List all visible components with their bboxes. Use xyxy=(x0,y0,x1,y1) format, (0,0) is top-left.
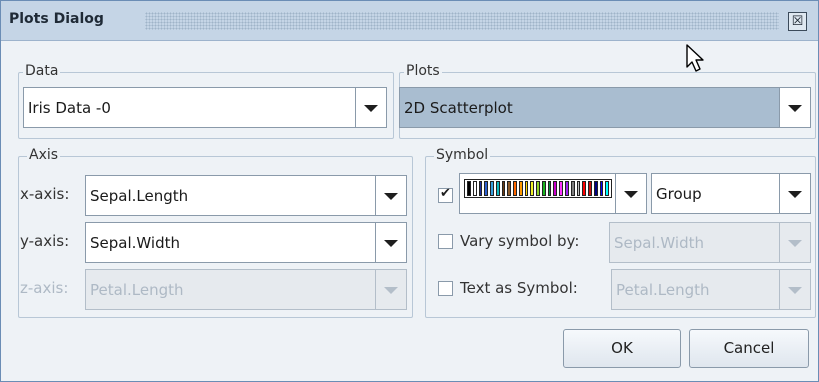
x-axis-label: x-axis: xyxy=(20,185,70,203)
dialog-title: Plots Dialog xyxy=(9,11,104,27)
ok-button[interactable]: OK xyxy=(563,329,681,368)
group-select-value: Group xyxy=(656,185,702,203)
color-swatch xyxy=(599,181,604,196)
color-swatch xyxy=(576,181,581,196)
color-palette-swatches xyxy=(464,179,612,198)
chevron-down-icon[interactable] xyxy=(375,223,406,262)
title-bar[interactable]: Plots Dialog ☒ xyxy=(1,1,818,41)
chevron-down-icon[interactable] xyxy=(779,174,810,213)
x-axis-select[interactable]: Sepal.Length xyxy=(85,175,407,216)
vary-symbol-checkbox[interactable] xyxy=(438,234,453,249)
color-swatch xyxy=(501,181,506,196)
data-select-value: Iris Data -0 xyxy=(28,99,111,117)
text-as-symbol-value: Petal.Length xyxy=(616,281,710,299)
color-checkbox[interactable] xyxy=(438,186,453,203)
color-swatch xyxy=(507,181,512,196)
plots-group-legend: Plots xyxy=(404,63,442,79)
z-axis-value: Petal.Length xyxy=(90,281,184,299)
color-swatch xyxy=(472,181,477,196)
z-axis-select: Petal.Length xyxy=(85,269,407,310)
y-axis-select[interactable]: Sepal.Width xyxy=(85,222,407,263)
color-swatch xyxy=(478,181,483,196)
chevron-down-icon xyxy=(779,270,810,309)
axis-group-legend: Axis xyxy=(27,147,61,163)
vary-symbol-label: Vary symbol by: xyxy=(460,232,580,250)
color-swatch xyxy=(593,181,598,196)
data-select[interactable]: Iris Data -0 xyxy=(23,87,387,128)
color-swatch xyxy=(524,181,529,196)
mouse-cursor-icon xyxy=(686,44,704,72)
chevron-down-icon[interactable] xyxy=(375,176,406,215)
plots-dialog: Plots Dialog ☒ Data Iris Data -0 Plots 2… xyxy=(0,0,819,382)
color-swatch xyxy=(570,181,575,196)
data-group-legend: Data xyxy=(23,63,61,79)
y-axis-value: Sepal.Width xyxy=(90,234,180,252)
color-swatch xyxy=(484,181,489,196)
text-as-symbol-select: Petal.Length xyxy=(611,269,811,310)
color-swatch xyxy=(495,181,500,196)
vary-symbol-select: Sepal.Width xyxy=(609,222,811,263)
color-swatch xyxy=(547,181,552,196)
color-swatch xyxy=(490,181,494,196)
chevron-down-icon[interactable] xyxy=(779,88,810,127)
plot-type-select[interactable]: 2D Scatterplot xyxy=(399,87,811,128)
color-swatch xyxy=(530,181,535,196)
chevron-down-icon[interactable] xyxy=(615,174,646,213)
color-swatch xyxy=(541,181,546,196)
chevron-down-icon xyxy=(375,270,406,309)
chevron-down-icon[interactable] xyxy=(355,88,386,127)
color-swatch xyxy=(467,181,471,196)
chevron-down-icon xyxy=(779,223,810,262)
text-as-symbol-label: Text as Symbol: xyxy=(460,279,578,297)
group-select[interactable]: Group xyxy=(651,173,811,214)
color-swatch xyxy=(565,181,569,196)
z-axis-label: z-axis: xyxy=(20,279,69,297)
color-swatch xyxy=(588,181,592,196)
cancel-button[interactable]: Cancel xyxy=(689,329,809,368)
x-axis-value: Sepal.Length xyxy=(90,187,189,205)
color-swatch xyxy=(518,181,523,196)
close-icon[interactable]: ☒ xyxy=(788,12,807,31)
color-swatch xyxy=(536,181,540,196)
color-swatch xyxy=(513,181,517,196)
color-swatch xyxy=(582,181,587,196)
title-bar-texture xyxy=(145,12,779,30)
plot-type-value: 2D Scatterplot xyxy=(404,99,513,117)
color-swatch xyxy=(605,181,610,196)
symbol-group-legend: Symbol xyxy=(434,147,491,163)
color-swatch xyxy=(559,181,564,196)
vary-symbol-value: Sepal.Width xyxy=(614,234,704,252)
text-as-symbol-checkbox[interactable] xyxy=(438,281,453,296)
y-axis-label: y-axis: xyxy=(20,232,70,250)
color-swatch xyxy=(553,181,558,196)
